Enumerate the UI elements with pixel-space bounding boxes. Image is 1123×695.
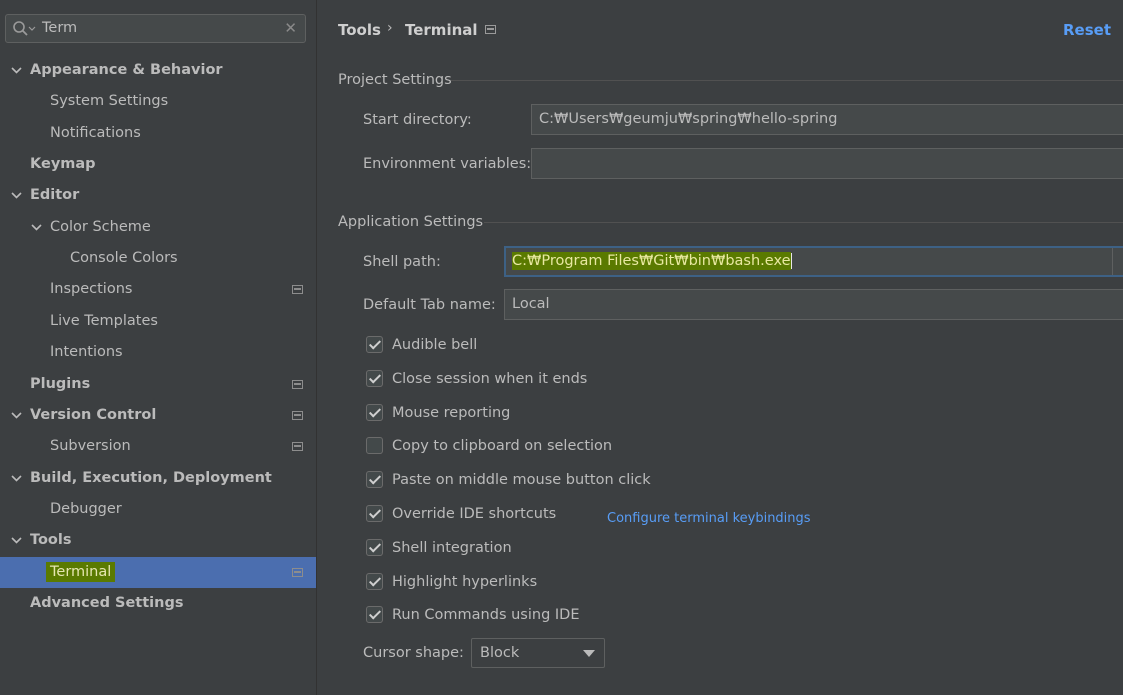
chevron-down-icon xyxy=(583,650,595,657)
tree-item-label: Live Templates xyxy=(50,313,158,329)
tree-item-label: Color Scheme xyxy=(50,219,151,235)
tree-item-debugger[interactable]: Debugger xyxy=(0,494,316,525)
tree-item-label: Advanced Settings xyxy=(30,595,184,611)
tree-item-appearance-behavior[interactable]: Appearance & Behavior xyxy=(0,55,316,86)
clear-icon[interactable]: ✕ xyxy=(284,19,297,37)
checkbox-mouse-reporting[interactable] xyxy=(366,404,383,421)
tree-item-label: Build, Execution, Deployment xyxy=(30,470,272,486)
checkbox-label[interactable]: Shell integration xyxy=(392,537,512,559)
search-field[interactable]: Term ✕ xyxy=(5,14,306,43)
settings-tree-panel: Term ✕ Appearance & Behavior System Setti… xyxy=(0,0,317,695)
project-level-icon xyxy=(292,568,303,577)
environment-variables-field[interactable] xyxy=(531,148,1123,179)
checkbox-override-ide-shortcuts[interactable] xyxy=(366,505,383,522)
search-input[interactable]: Term xyxy=(42,20,77,36)
checkbox-label[interactable]: Copy to clipboard on selection xyxy=(392,435,612,457)
configure-keybindings-link[interactable]: Configure terminal keybindings xyxy=(607,508,811,530)
tree-item-label: Editor xyxy=(30,187,80,203)
tree-item-subversion[interactable]: Subversion xyxy=(0,431,316,462)
project-level-icon xyxy=(292,380,303,389)
terminal-settings-panel: Tools › Terminal Reset Project Settings … xyxy=(317,0,1123,695)
project-level-icon xyxy=(292,285,303,294)
checkbox-label[interactable]: Mouse reporting xyxy=(392,402,510,424)
tree-item-notifications[interactable]: Notifications xyxy=(0,118,316,149)
tree-item-label: Subversion xyxy=(50,438,131,454)
checkbox-audible-bell[interactable] xyxy=(366,336,383,353)
checkbox-close-session-when-it-ends[interactable] xyxy=(366,370,383,387)
tree-item-color-scheme[interactable]: Color Scheme xyxy=(0,212,316,243)
text-caret xyxy=(790,253,792,269)
tree-item-intentions[interactable]: Intentions xyxy=(0,337,316,368)
checkbox-label[interactable]: Audible bell xyxy=(392,334,477,356)
project-level-icon xyxy=(292,411,303,420)
tree-item-label: Console Colors xyxy=(70,250,178,266)
cursor-shape-select[interactable]: Block xyxy=(471,638,605,668)
breadcrumb-separator-icon: › xyxy=(387,20,393,36)
tree-item-label: System Settings xyxy=(50,93,169,109)
chevron-down-icon[interactable] xyxy=(11,473,22,484)
tree-item-editor[interactable]: Editor xyxy=(0,180,316,211)
checkbox-run-commands-using-ide[interactable] xyxy=(366,606,383,623)
shell-path-dropdown-button[interactable] xyxy=(1112,248,1123,275)
tree-item-advanced-settings[interactable]: Advanced Settings xyxy=(0,588,316,619)
tree-item-label: Version Control xyxy=(30,407,157,423)
tree-item-keymap[interactable]: Keymap xyxy=(0,149,316,180)
search-match-highlight: Terminal xyxy=(46,562,116,582)
checkbox-label[interactable]: Paste on middle mouse button click xyxy=(392,469,651,491)
chevron-down-icon[interactable] xyxy=(11,65,22,76)
breadcrumb-current: Terminal xyxy=(405,21,478,39)
checkbox-label[interactable]: Close session when it ends xyxy=(392,368,587,390)
tree-item-build-execution-deployment[interactable]: Build, Execution, Deployment xyxy=(0,463,316,494)
project-level-icon xyxy=(292,442,303,451)
tree-item-label: Plugins xyxy=(30,376,91,392)
tree-item-console-colors[interactable]: Console Colors xyxy=(0,243,316,274)
shell-path-label: Shell path: xyxy=(363,254,441,270)
tree-item-tools[interactable]: Tools xyxy=(0,525,316,556)
tree-item-label: Intentions xyxy=(50,344,123,360)
tree-item-plugins[interactable]: Plugins xyxy=(0,369,316,400)
checkbox-copy-to-clipboard-on-selection[interactable] xyxy=(366,437,383,454)
tree-item-version-control[interactable]: Version Control xyxy=(0,400,316,431)
tree-item-label: Terminal xyxy=(46,557,116,588)
tree-item-system-settings[interactable]: System Settings xyxy=(0,86,316,117)
tree-item-inspections[interactable]: Inspections xyxy=(0,274,316,305)
environment-variables-label: Environment variables: xyxy=(363,156,532,172)
shell-path-value: C:₩Program Files₩Git₩bin₩bash.exe xyxy=(512,252,791,270)
chevron-down-icon[interactable] xyxy=(11,190,22,201)
breadcrumb-parent[interactable]: Tools xyxy=(338,21,381,39)
shell-path-field[interactable]: C:₩Program Files₩Git₩bin₩bash.exe xyxy=(504,246,1123,277)
tree-item-label: Tools xyxy=(30,532,72,548)
checkbox-highlight-hyperlinks[interactable] xyxy=(366,573,383,590)
default-tab-name-label: Default Tab name: xyxy=(363,297,496,313)
cursor-shape-label: Cursor shape: xyxy=(363,645,464,661)
start-directory-field[interactable]: C:₩Users₩geumju₩spring₩hello-spring xyxy=(531,104,1123,135)
cursor-shape-value: Block xyxy=(480,645,520,661)
checkbox-label[interactable]: Highlight hyperlinks xyxy=(392,571,537,593)
checkbox-label[interactable]: Override IDE shortcuts xyxy=(392,503,556,525)
search-icon[interactable] xyxy=(12,20,36,42)
tree-item-label: Notifications xyxy=(50,125,141,141)
application-settings-title: Application Settings xyxy=(338,214,484,230)
chevron-down-icon[interactable] xyxy=(11,410,22,421)
tree-item-label: Keymap xyxy=(30,156,96,172)
reset-button[interactable]: Reset xyxy=(1063,21,1111,39)
tree-item-live-templates[interactable]: Live Templates xyxy=(0,306,316,337)
default-tab-name-field[interactable]: Local xyxy=(504,289,1123,320)
section-divider xyxy=(451,80,1123,81)
tree-item-label: Debugger xyxy=(50,501,122,517)
chevron-down-icon[interactable] xyxy=(11,535,22,546)
checkbox-paste-on-middle-mouse-button-click[interactable] xyxy=(366,471,383,488)
section-divider xyxy=(484,222,1123,223)
checkbox-label[interactable]: Run Commands using IDE xyxy=(392,604,579,626)
start-directory-label: Start directory: xyxy=(363,112,472,128)
tree-item-label: Inspections xyxy=(50,281,133,297)
checkbox-shell-integration[interactable] xyxy=(366,539,383,556)
project-settings-title: Project Settings xyxy=(338,72,452,88)
project-page-icon xyxy=(485,25,496,34)
chevron-down-icon[interactable] xyxy=(31,222,42,233)
tree-item-label: Appearance & Behavior xyxy=(30,62,223,78)
tree-item-terminal[interactable]: Terminal xyxy=(0,557,316,588)
